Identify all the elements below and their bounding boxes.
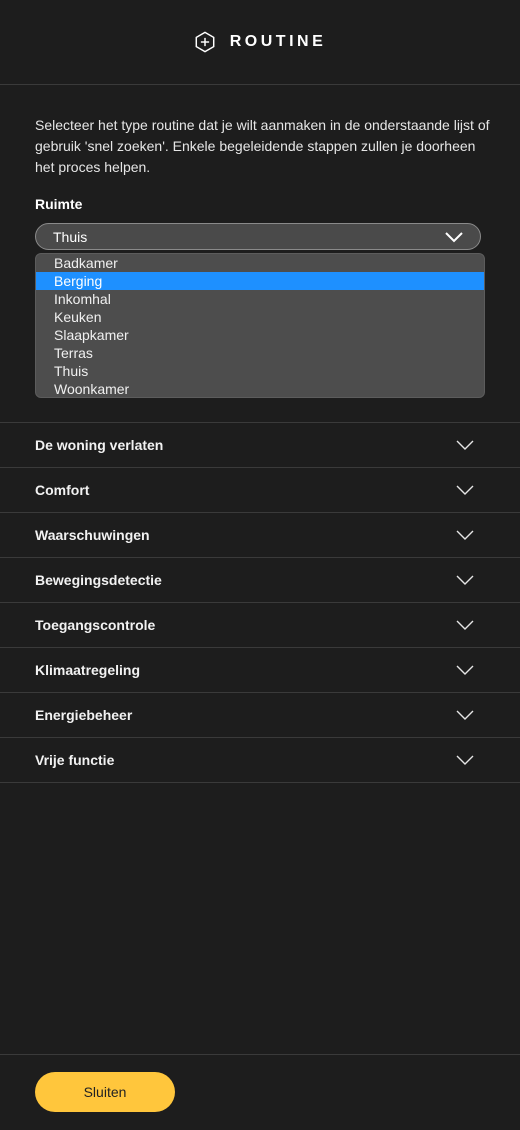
- category-label: Energiebeheer: [35, 707, 133, 723]
- chevron-down-icon: [456, 575, 474, 585]
- chevron-down-icon: [456, 440, 474, 450]
- category-item[interactable]: Klimaatregeling: [0, 648, 520, 693]
- room-dropdown[interactable]: Badkamer Berging Inkomhal Keuken Slaapka…: [35, 253, 485, 398]
- category-item[interactable]: Waarschuwingen: [0, 513, 520, 558]
- chevron-down-icon: [456, 530, 474, 540]
- chevron-down-icon: [456, 620, 474, 630]
- category-label: Waarschuwingen: [35, 527, 150, 543]
- chevron-down-icon: [456, 710, 474, 720]
- room-select-value: Thuis: [53, 228, 88, 245]
- room-option[interactable]: Woonkamer: [36, 380, 484, 397]
- category-label: Vrije functie: [35, 752, 115, 768]
- footer: Sluiten: [0, 1054, 520, 1130]
- category-label: Klimaatregeling: [35, 662, 141, 678]
- page-title: ROUTINE: [229, 33, 327, 50]
- room-select[interactable]: Thuis: [35, 223, 481, 250]
- room-label: Ruimte: [35, 196, 83, 212]
- chevron-down-icon: [445, 231, 463, 242]
- intro-text: Selecteer het type routine dat je wilt a…: [35, 117, 490, 175]
- routine-category-list: De woning verlaten Comfort Waarschuwinge…: [0, 422, 520, 783]
- category-item[interactable]: Energiebeheer: [0, 693, 520, 738]
- category-label: De woning verlaten: [35, 437, 164, 453]
- room-option[interactable]: Terras: [36, 344, 484, 362]
- room-option[interactable]: Keuken: [36, 308, 484, 326]
- category-item[interactable]: Vrije functie: [0, 738, 520, 783]
- chevron-down-icon: [456, 755, 474, 765]
- room-option[interactable]: Badkamer: [36, 254, 484, 272]
- room-option[interactable]: Slaapkamer: [36, 326, 484, 344]
- category-label: Toegangscontrole: [35, 617, 156, 633]
- chevron-down-icon: [456, 485, 474, 495]
- close-button[interactable]: Sluiten: [35, 1072, 175, 1112]
- room-option[interactable]: Thuis: [36, 362, 484, 380]
- category-item[interactable]: Toegangscontrole: [0, 603, 520, 648]
- chevron-down-icon: [456, 665, 474, 675]
- add-hexagon-icon: [195, 31, 215, 53]
- category-label: Comfort: [35, 482, 90, 498]
- room-option[interactable]: Inkomhal: [36, 290, 484, 308]
- header: ROUTINE: [0, 0, 520, 85]
- room-option-highlighted[interactable]: Berging: [36, 272, 484, 290]
- category-label: Bewegingsdetectie: [35, 572, 162, 588]
- category-item[interactable]: Bewegingsdetectie: [0, 558, 520, 603]
- category-item[interactable]: Comfort: [0, 468, 520, 513]
- category-item[interactable]: De woning verlaten: [0, 423, 520, 468]
